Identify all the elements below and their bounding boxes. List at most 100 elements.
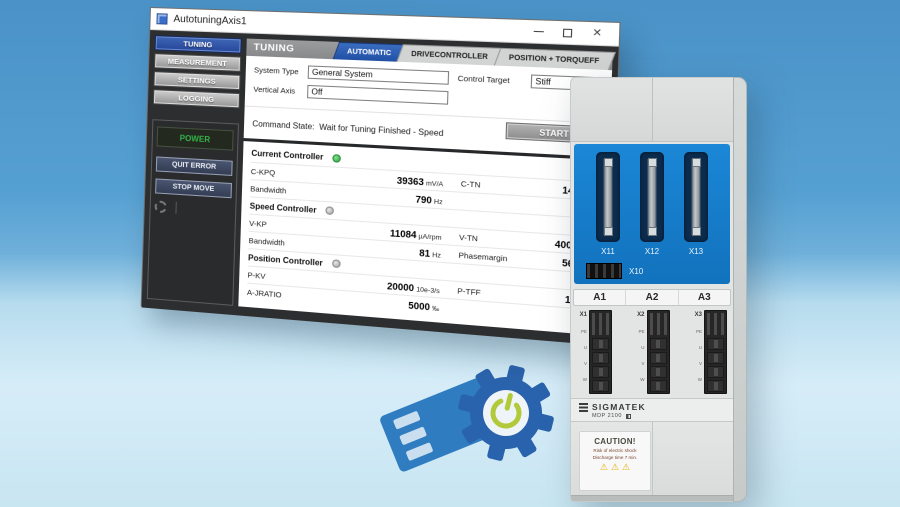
warning-triangle-icon: ⚠ xyxy=(611,463,619,472)
quit-error-button[interactable]: QUIT ERROR xyxy=(156,156,233,176)
terminal-grid xyxy=(650,313,667,335)
terminal-block xyxy=(647,310,670,394)
connector-pins xyxy=(692,159,701,235)
status-led xyxy=(332,259,341,268)
connector-row xyxy=(574,152,730,242)
terminal-block xyxy=(589,310,612,394)
command-state-label: Command State: xyxy=(252,119,314,131)
controller-name: Position Controller xyxy=(248,253,323,268)
warning-triangle-icon: ⚠ xyxy=(600,463,608,472)
controller-name: Speed Controller xyxy=(250,201,317,214)
connector-label-x10: X10 xyxy=(629,267,643,276)
maximize-icon xyxy=(563,28,572,37)
param-label xyxy=(457,308,546,315)
axis-label-a3: A3 xyxy=(679,290,730,305)
connector-x11 xyxy=(596,152,620,242)
caution-line: Risk of electric shock xyxy=(583,448,647,453)
terminal-area: X1 PE U V W X2 PE U xyxy=(571,306,733,394)
certification-icon xyxy=(626,414,631,419)
stop-move-button[interactable]: STOP MOVE xyxy=(155,178,232,198)
connector-x13 xyxy=(684,152,708,242)
param-label: C-TN xyxy=(461,178,550,193)
connector-pins xyxy=(604,159,613,235)
system-type-label: System Type xyxy=(254,65,308,76)
caution-title: CAUTION! xyxy=(583,437,647,446)
status-led xyxy=(333,154,342,163)
connector-label-x12: X12 xyxy=(640,247,664,256)
axis-label-a2: A2 xyxy=(626,290,678,305)
param-label: C-KPQ xyxy=(251,166,330,180)
terminal-labels: X3 PE U V W xyxy=(690,310,704,394)
terminal-group-x3: X3 PE U V W xyxy=(690,310,727,394)
param-label xyxy=(460,201,549,206)
seam xyxy=(652,422,653,495)
param-label: A-JRATIO xyxy=(247,287,326,302)
caution-label: CAUTION! Risk of electric shock Discharg… xyxy=(579,431,651,491)
terminal-block xyxy=(704,310,727,394)
module-side-face xyxy=(733,77,747,502)
status-led xyxy=(326,206,335,215)
page-title: TUNING xyxy=(246,42,294,55)
controller-name: Current Controller xyxy=(251,149,323,162)
terminal-group-x2: X2 PE U V W xyxy=(633,310,670,394)
connector-labels: X11 X12 X13 xyxy=(574,247,730,256)
vertical-axis-label: Vertical Axis xyxy=(253,85,307,97)
connector-x12 xyxy=(640,152,664,242)
automation-graphic xyxy=(378,363,578,483)
terminal-labels: X2 PE U V W xyxy=(633,310,647,394)
sidebar: TUNING MEASUREMENT SETTINGS LOGGING POWE… xyxy=(147,35,242,306)
refresh-icon[interactable] xyxy=(155,200,167,213)
terminal-group-x1: X1 PE U V W xyxy=(575,310,612,394)
brand-row: SIGMATEK xyxy=(579,402,733,412)
app-window: AutotuningAxis1 ✕ TUNING MEASUREMENT SET… xyxy=(141,7,621,345)
close-button[interactable]: ✕ xyxy=(582,23,612,43)
model-number: MDP 2100 xyxy=(592,413,622,419)
sidebar-item-tuning[interactable]: TUNING xyxy=(155,35,242,53)
encoder-panel: X11 X12 X13 X10 xyxy=(574,144,730,284)
module-top-section xyxy=(571,78,733,142)
connector-pins xyxy=(648,159,657,235)
model-row: MDP 2100 xyxy=(592,413,733,419)
param-label: V-KP xyxy=(249,218,328,232)
maximize-button[interactable] xyxy=(553,22,583,42)
minimize-button[interactable] xyxy=(523,22,553,42)
sidebar-item-logging[interactable]: LOGGING xyxy=(153,89,240,108)
power-button[interactable]: POWER xyxy=(157,126,234,150)
window-frame: TUNING MEASUREMENT SETTINGS LOGGING POWE… xyxy=(142,30,619,346)
app-icon xyxy=(156,13,167,24)
refresh-row xyxy=(155,200,232,217)
terminal-grid xyxy=(592,313,609,335)
param-label: Bandwidth xyxy=(248,235,327,250)
terminal-labels: X1 PE U V W xyxy=(575,310,589,394)
warning-icons: ⚠ ⚠ ⚠ xyxy=(583,463,647,472)
brand-name: SIGMATEK xyxy=(592,402,646,412)
sidebar-item-settings[interactable]: SETTINGS xyxy=(153,71,240,90)
minimize-icon xyxy=(533,31,543,32)
tab-automatic[interactable]: AUTOMATIC xyxy=(333,42,407,62)
vertical-axis-field[interactable] xyxy=(307,85,448,105)
connector-label-x11: X11 xyxy=(596,247,620,256)
x10-connector-row: X10 xyxy=(586,263,730,279)
terminal-grid xyxy=(707,313,724,335)
module-base xyxy=(571,495,733,501)
sigmatek-drive-module: X11 X12 X13 X10 A1 A2 A3 X1 PE xyxy=(570,77,747,502)
warning-triangle-icon: ⚠ xyxy=(622,463,630,472)
axis-control-panel: POWER QUIT ERROR STOP MOVE xyxy=(147,119,239,306)
sidebar-item-measurement[interactable]: MEASUREMENT xyxy=(154,53,241,72)
control-target-label: Control Target xyxy=(458,74,532,87)
axis-label-a1: A1 xyxy=(574,290,626,305)
seam xyxy=(652,78,653,141)
divider xyxy=(175,202,176,214)
param-label: Bandwidth xyxy=(250,184,329,198)
module-front: X11 X12 X13 X10 A1 A2 A3 X1 PE xyxy=(570,77,733,502)
connector-x10 xyxy=(586,263,622,279)
system-type-field[interactable] xyxy=(308,65,450,84)
command-state-value: Wait for Tuning Finished - Speed xyxy=(319,122,444,138)
connector-label-x13: X13 xyxy=(684,247,708,256)
brand-strip: SIGMATEK MDP 2100 xyxy=(571,398,733,422)
controller-data-panel: Current Controller C-KPQ 39363mV/A C-TN … xyxy=(238,141,609,336)
main-panel: TUNING AUTOMATIC DRIVECONTROLLER POSITIO… xyxy=(238,39,612,336)
module-bottom-section: CAUTION! Risk of electric shock Discharg… xyxy=(571,422,733,495)
scene: AutotuningAxis1 ✕ TUNING MEASUREMENT SET… xyxy=(0,0,900,507)
sigmatek-logo-icon xyxy=(579,403,588,412)
